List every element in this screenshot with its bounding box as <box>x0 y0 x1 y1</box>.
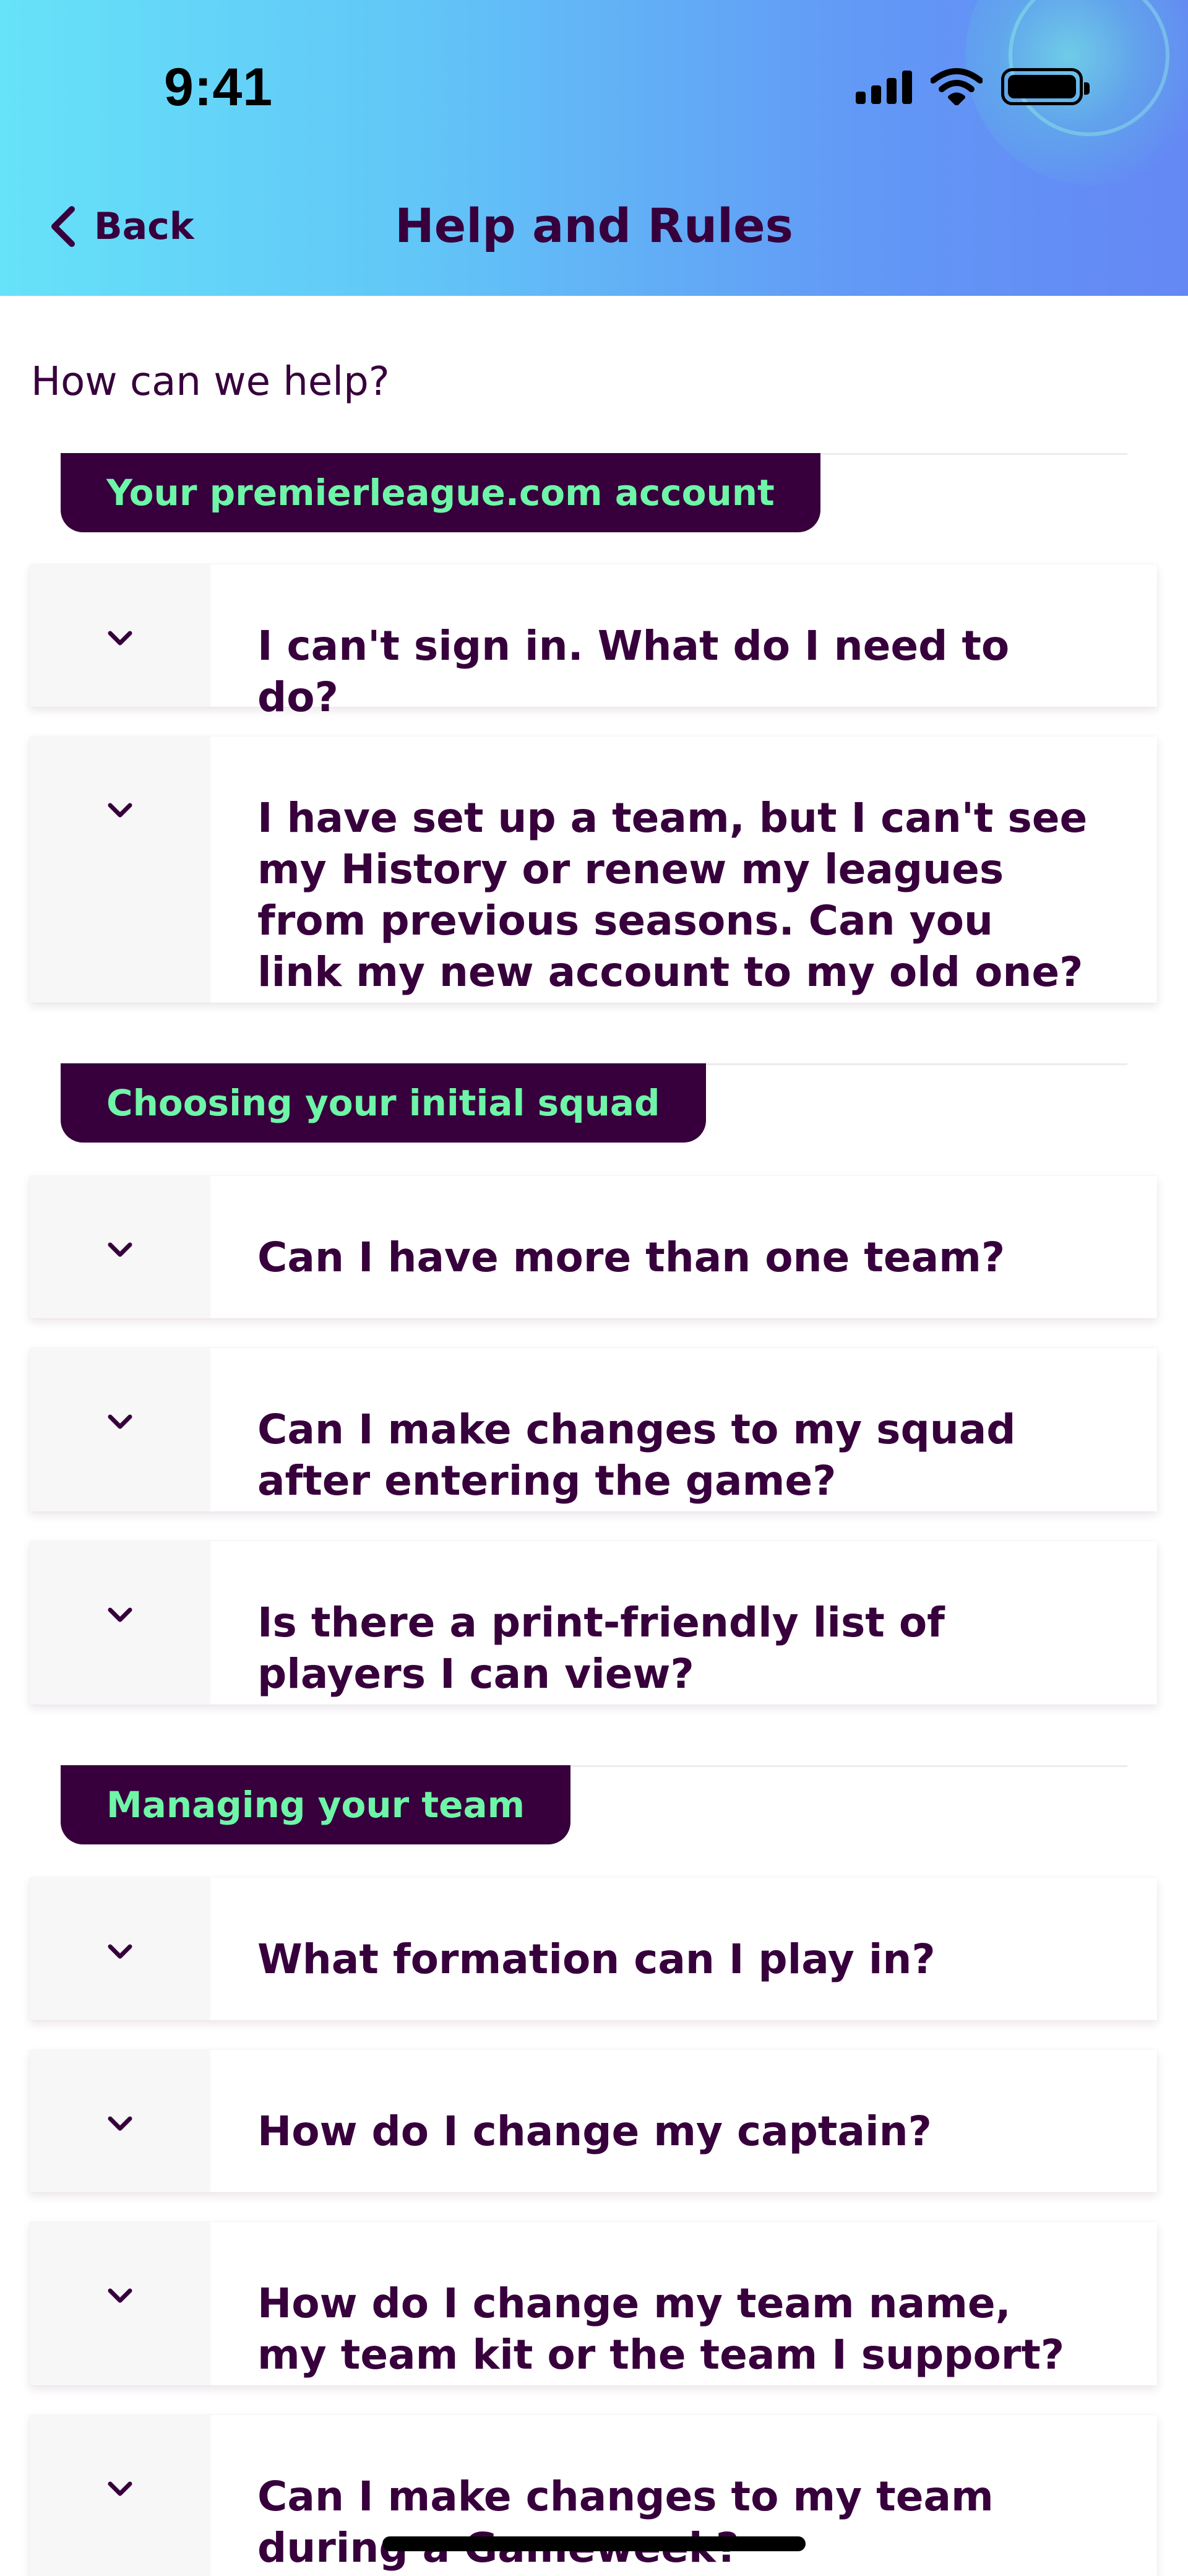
faq-question: Can I make changes to my team during a G… <box>257 2473 994 2572</box>
battery-icon <box>1001 68 1090 105</box>
faq-toggle[interactable] <box>30 2050 210 2192</box>
section-tab: Choosing your initial squad <box>61 1063 706 1143</box>
chevron-down-icon <box>108 2481 132 2496</box>
header-bar: 9:41 Back Help and Rules <box>0 0 1188 296</box>
chevron-down-icon <box>108 1607 132 1622</box>
faq-item[interactable]: I have set up a team, but I can't see my… <box>30 737 1157 1003</box>
faq-toggle[interactable] <box>30 737 210 1003</box>
section-title: Managing your team <box>106 1784 525 1826</box>
cellular-signal-icon <box>856 69 912 104</box>
faq-item[interactable]: I can't sign in. What do I need to do? <box>30 564 1157 721</box>
chevron-down-icon <box>108 803 132 818</box>
chevron-down-icon <box>108 1944 132 1959</box>
faq-question: Can I have more than one team? <box>257 1234 1005 1281</box>
chevron-down-icon <box>108 2116 132 2131</box>
faq-item[interactable]: Is there a print-friendly list of player… <box>30 1541 1157 1705</box>
faq-toggle[interactable] <box>30 1878 210 2020</box>
faq-toggle[interactable] <box>30 1348 210 1511</box>
help-prompt: How can we help? <box>31 359 390 405</box>
chevron-down-icon <box>108 1242 132 1257</box>
faq-item[interactable]: Can I make changes to my team during a G… <box>30 2415 1157 2576</box>
faq-question: I have set up a team, but I can't see my… <box>257 794 1088 996</box>
home-indicator[interactable] <box>382 2536 806 2551</box>
wifi-icon <box>931 68 983 105</box>
faq-toggle[interactable] <box>30 2222 210 2385</box>
faq-toggle[interactable] <box>30 1176 210 1318</box>
page-title: Help and Rules <box>395 198 793 253</box>
status-time: 9:41 <box>164 58 273 117</box>
chevron-down-icon <box>108 1414 132 1429</box>
faq-item[interactable]: Can I have more than one team? <box>30 1176 1157 1318</box>
faq-item[interactable]: How do I change my captain? <box>30 2050 1157 2192</box>
section-tab: Your premierleague.com account <box>61 453 820 532</box>
faq-question: Can I make changes to my squad after ent… <box>257 1406 1016 1505</box>
faq-question: I can't sign in. What do I need to do? <box>257 622 1010 721</box>
section-title: Your premierleague.com account <box>106 472 775 514</box>
faq-item[interactable]: How do I change my team name, my team ki… <box>30 2222 1157 2385</box>
faq-question: Is there a print-friendly list of player… <box>257 1599 945 1698</box>
status-icons <box>856 67 1090 106</box>
chevron-down-icon <box>108 2288 132 2303</box>
faq-question: What formation can I play in? <box>257 1935 936 1983</box>
faq-item[interactable]: Can I make changes to my squad after ent… <box>30 1348 1157 1511</box>
section-tab: Managing your team <box>61 1765 571 1844</box>
help-and-rules-screen: 9:41 Back Help and Rules How can we help <box>0 0 1188 2576</box>
faq-toggle[interactable] <box>30 1541 210 1705</box>
section-title: Choosing your initial squad <box>106 1082 660 1124</box>
faq-question: How do I change my captain? <box>257 2107 932 2155</box>
faq-question: How do I change my team name, my team ki… <box>257 2280 1065 2379</box>
faq-item[interactable]: What formation can I play in? <box>30 1878 1157 2020</box>
faq-toggle[interactable] <box>30 564 210 707</box>
faq-toggle[interactable] <box>30 2415 210 2576</box>
chevron-down-icon <box>108 631 132 646</box>
